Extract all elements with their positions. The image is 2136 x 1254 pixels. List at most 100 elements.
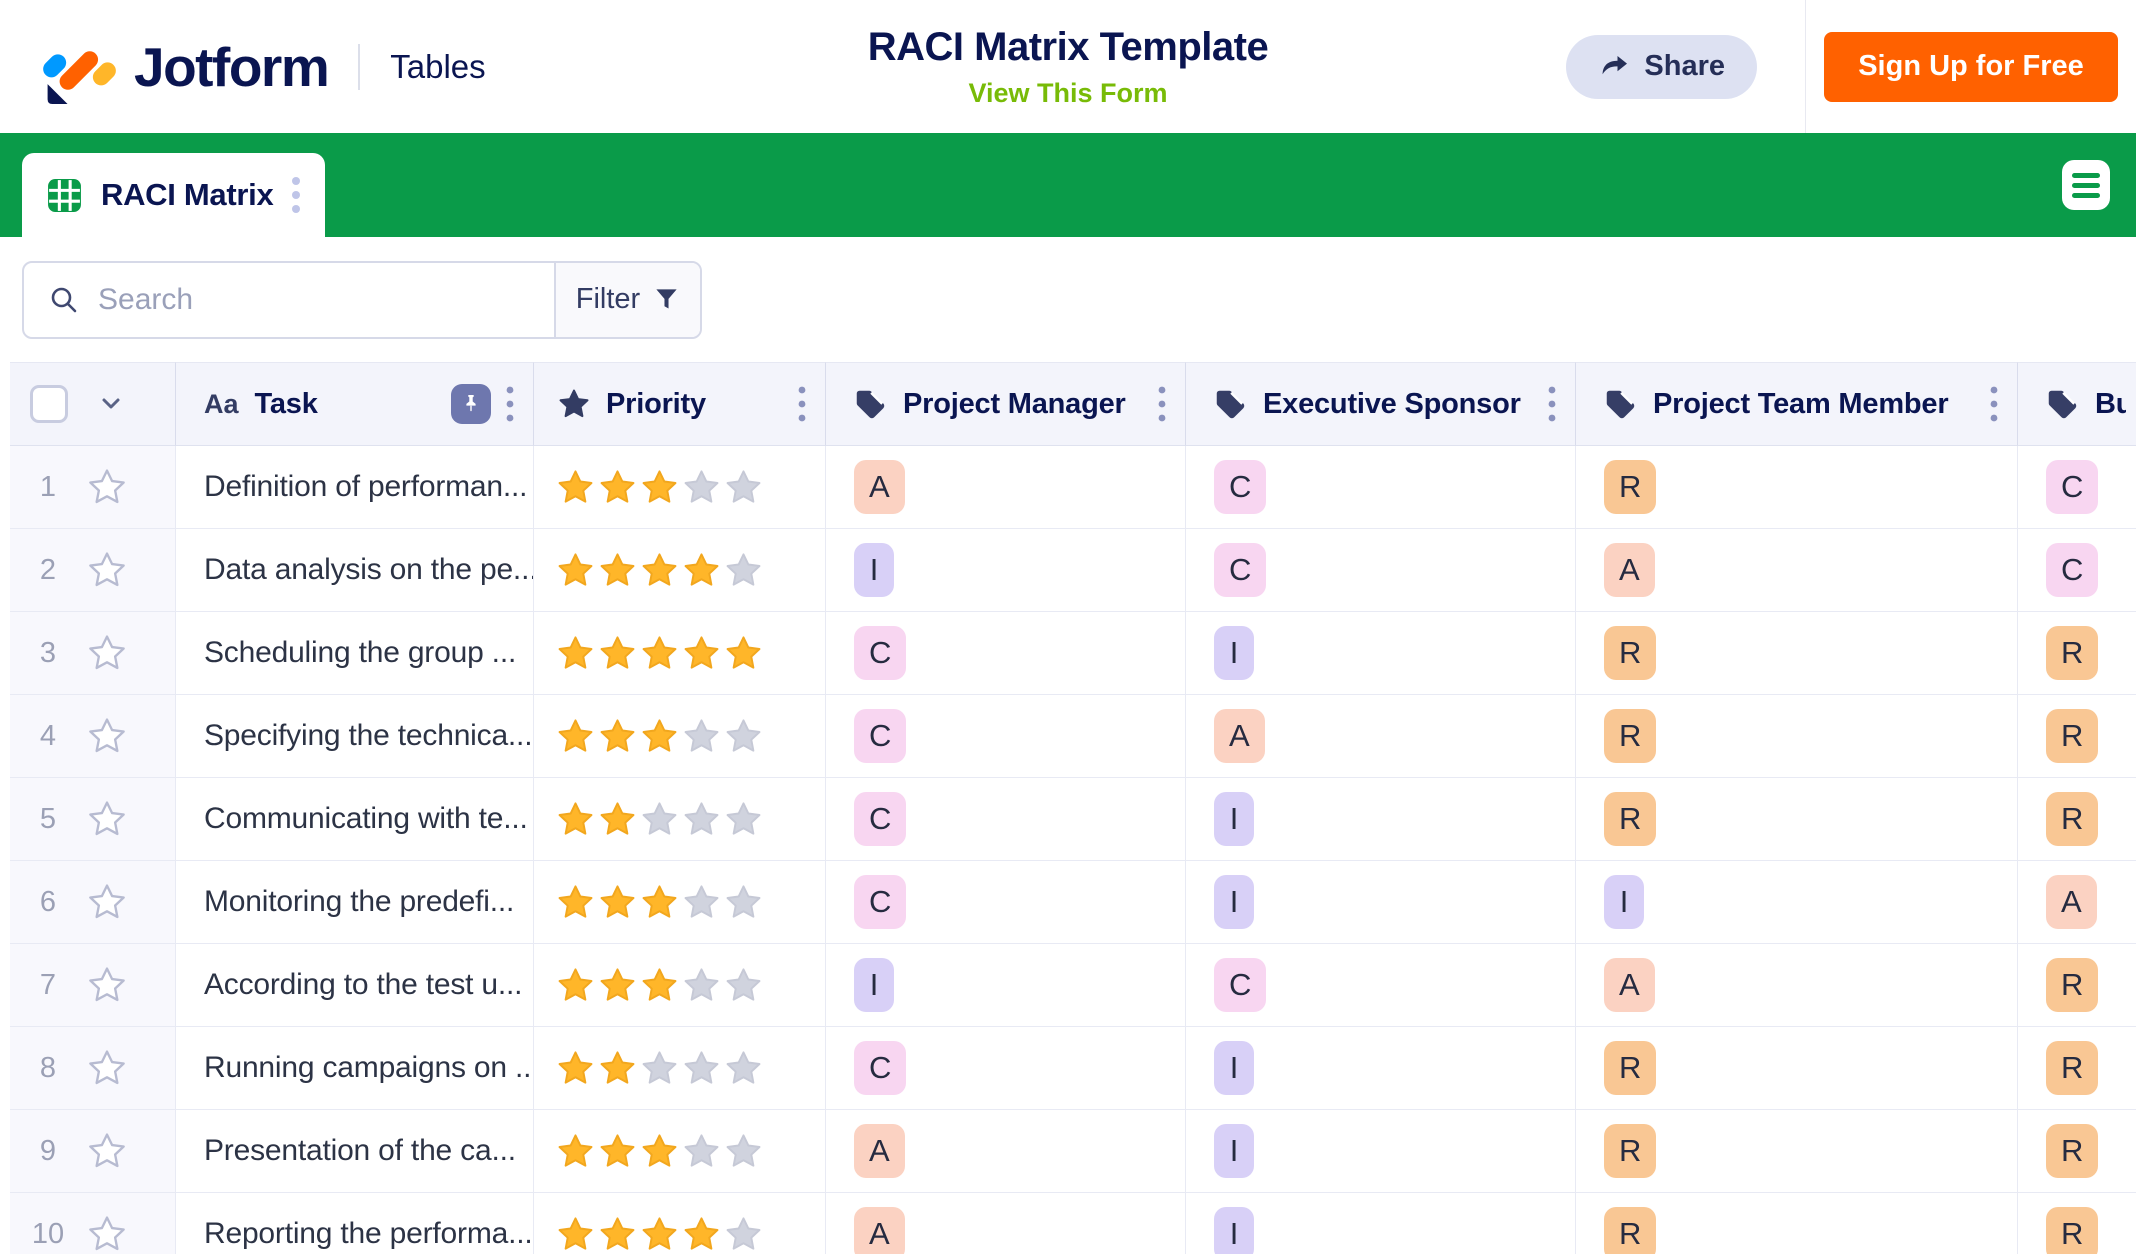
raci-badge[interactable]: R — [2046, 709, 2098, 763]
pm-cell[interactable]: A — [826, 446, 1186, 529]
task-cell[interactable]: Running campaigns on ... — [176, 1027, 534, 1110]
task-cell[interactable]: Scheduling the group ... — [176, 612, 534, 695]
ptm-cell[interactable]: R — [1576, 612, 2018, 695]
raci-badge[interactable]: C — [2046, 460, 2098, 514]
raci-badge[interactable]: I — [1214, 1207, 1254, 1254]
raci-badge[interactable]: I — [1214, 875, 1254, 929]
raci-badge[interactable]: R — [1604, 709, 1656, 763]
es-cell[interactable]: I — [1186, 778, 1576, 861]
view-this-form-link[interactable]: View This Form — [968, 78, 1167, 109]
raci-badge[interactable]: A — [854, 1124, 905, 1178]
task-cell[interactable]: Data analysis on the pe... — [176, 529, 534, 612]
priority-cell[interactable] — [534, 861, 826, 944]
favorite-star-icon[interactable] — [86, 1047, 128, 1089]
raci-badge[interactable]: I — [1604, 875, 1644, 929]
ba-cell[interactable]: R — [2018, 1193, 2126, 1254]
pm-cell[interactable]: C — [826, 1027, 1186, 1110]
raci-badge[interactable]: C — [854, 875, 906, 929]
task-cell[interactable]: Monitoring the predefi... — [176, 861, 534, 944]
raci-badge[interactable]: I — [1214, 1041, 1254, 1095]
raci-badge[interactable]: R — [1604, 1124, 1656, 1178]
favorite-star-icon[interactable] — [86, 881, 128, 923]
raci-badge[interactable]: R — [2046, 1041, 2098, 1095]
raci-badge[interactable]: I — [854, 958, 894, 1012]
ba-cell[interactable]: R — [2018, 944, 2126, 1027]
raci-badge[interactable]: I — [1214, 1124, 1254, 1178]
priority-cell[interactable] — [534, 446, 826, 529]
filter-button[interactable]: Filter — [554, 263, 700, 337]
ptm-cell[interactable]: R — [1576, 446, 2018, 529]
pm-cell[interactable]: I — [826, 529, 1186, 612]
header-priority-column[interactable]: Priority — [534, 362, 826, 446]
tab-kebab-menu-icon[interactable] — [291, 175, 301, 215]
es-cell[interactable]: A — [1186, 695, 1576, 778]
ptm-cell[interactable]: R — [1576, 695, 2018, 778]
column-menu-icon[interactable] — [505, 384, 515, 424]
raci-badge[interactable]: C — [1214, 543, 1266, 597]
raci-badge[interactable]: I — [1214, 792, 1254, 846]
raci-badge[interactable]: R — [1604, 1041, 1656, 1095]
header-ptm-column[interactable]: Project Team Member — [1576, 362, 2018, 446]
es-cell[interactable]: I — [1186, 1193, 1576, 1254]
pm-cell[interactable]: A — [826, 1193, 1186, 1254]
pm-cell[interactable]: A — [826, 1110, 1186, 1193]
raci-badge[interactable]: C — [2046, 543, 2098, 597]
column-menu-icon[interactable] — [1989, 384, 1999, 424]
es-cell[interactable]: I — [1186, 1027, 1576, 1110]
raci-badge[interactable]: R — [1604, 1207, 1656, 1254]
task-cell[interactable]: Presentation of the ca... — [176, 1110, 534, 1193]
raci-badge[interactable]: R — [2046, 626, 2098, 680]
header-es-column[interactable]: Executive Sponsor — [1186, 362, 1576, 446]
column-menu-icon[interactable] — [797, 384, 807, 424]
raci-badge[interactable]: A — [2046, 875, 2097, 929]
raci-badge[interactable]: A — [1604, 543, 1655, 597]
priority-cell[interactable] — [534, 944, 826, 1027]
ptm-cell[interactable]: R — [1576, 1110, 2018, 1193]
raci-badge[interactable]: I — [1214, 626, 1254, 680]
task-cell[interactable]: Reporting the performa... — [176, 1193, 534, 1254]
ptm-cell[interactable]: A — [1576, 529, 2018, 612]
search-input[interactable] — [98, 283, 530, 317]
raci-badge[interactable]: C — [854, 709, 906, 763]
raci-badge[interactable]: A — [854, 460, 905, 514]
favorite-star-icon[interactable] — [86, 1213, 128, 1254]
raci-badge[interactable]: R — [2046, 1207, 2098, 1254]
priority-cell[interactable] — [534, 1110, 826, 1193]
favorite-star-icon[interactable] — [86, 964, 128, 1006]
favorite-star-icon[interactable] — [86, 1130, 128, 1172]
es-cell[interactable]: C — [1186, 529, 1576, 612]
ba-cell[interactable]: A — [2018, 861, 2126, 944]
priority-cell[interactable] — [534, 612, 826, 695]
priority-cell[interactable] — [534, 778, 826, 861]
tab-raci-matrix[interactable]: RACI Matrix — [22, 153, 325, 237]
ptm-cell[interactable]: R — [1576, 1193, 2018, 1254]
raci-badge[interactable]: C — [1214, 958, 1266, 1012]
es-cell[interactable]: C — [1186, 944, 1576, 1027]
column-menu-icon[interactable] — [1157, 384, 1167, 424]
favorite-star-icon[interactable] — [86, 632, 128, 674]
raci-badge[interactable]: C — [854, 792, 906, 846]
column-menu-icon[interactable] — [1547, 384, 1557, 424]
ba-cell[interactable]: C — [2018, 446, 2126, 529]
ptm-cell[interactable]: R — [1576, 778, 2018, 861]
ptm-cell[interactable]: I — [1576, 861, 2018, 944]
pm-cell[interactable]: C — [826, 778, 1186, 861]
favorite-star-icon[interactable] — [86, 798, 128, 840]
raci-badge[interactable]: A — [854, 1207, 905, 1254]
raci-badge[interactable]: R — [2046, 1124, 2098, 1178]
es-cell[interactable]: C — [1186, 446, 1576, 529]
priority-cell[interactable] — [534, 695, 826, 778]
es-cell[interactable]: I — [1186, 861, 1576, 944]
task-cell[interactable]: According to the test u... — [176, 944, 534, 1027]
share-button[interactable]: Share — [1566, 35, 1757, 99]
priority-cell[interactable] — [534, 529, 826, 612]
raci-badge[interactable]: R — [1604, 626, 1656, 680]
raci-badge[interactable]: A — [1604, 958, 1655, 1012]
header-pm-column[interactable]: Project Manager — [826, 362, 1186, 446]
favorite-star-icon[interactable] — [86, 549, 128, 591]
ba-cell[interactable]: R — [2018, 612, 2126, 695]
raci-badge[interactable]: R — [2046, 792, 2098, 846]
select-all-checkbox[interactable] — [30, 385, 68, 423]
raci-badge[interactable]: C — [854, 626, 906, 680]
ptm-cell[interactable]: R — [1576, 1027, 2018, 1110]
